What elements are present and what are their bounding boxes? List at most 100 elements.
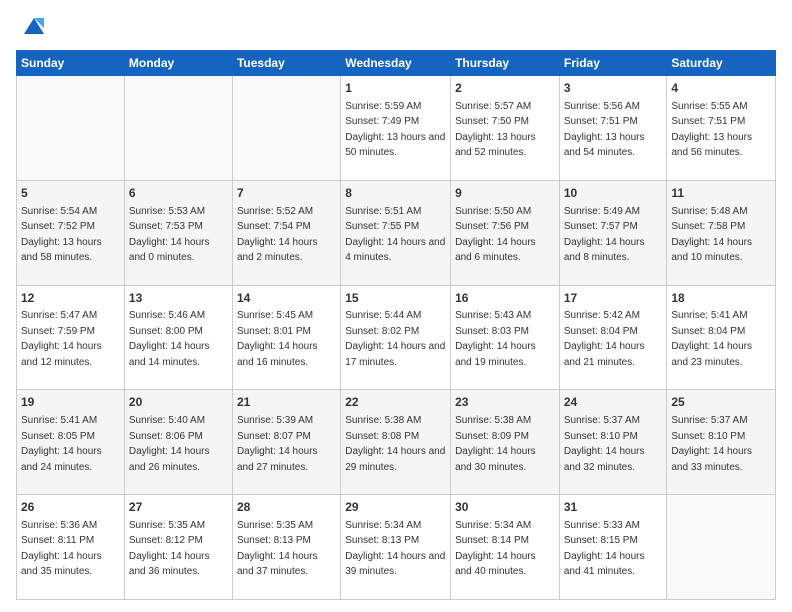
cell-info: Sunrise: 5:51 AM Sunset: 7:55 PM Dayligh… [345, 206, 445, 264]
weekday-header-friday: Friday [559, 51, 667, 76]
calendar-cell: 2 Sunrise: 5:57 AM Sunset: 7:50 PM Daylig… [451, 76, 560, 181]
calendar-cell: 9 Sunrise: 5:50 AM Sunset: 7:56 PM Daylig… [451, 180, 560, 285]
calendar-week-row: 12 Sunrise: 5:47 AM Sunset: 7:59 PM Dayli… [17, 285, 776, 390]
calendar-cell: 12 Sunrise: 5:47 AM Sunset: 7:59 PM Dayli… [17, 285, 125, 390]
calendar-cell: 4 Sunrise: 5:55 AM Sunset: 7:51 PM Daylig… [667, 76, 776, 181]
day-number: 29 [345, 499, 446, 516]
day-number: 6 [129, 185, 228, 202]
day-number: 8 [345, 185, 446, 202]
cell-info: Sunrise: 5:53 AM Sunset: 7:53 PM Dayligh… [129, 206, 210, 264]
day-number: 12 [21, 290, 120, 307]
header [16, 12, 776, 40]
day-number: 31 [564, 499, 663, 516]
calendar-cell: 30 Sunrise: 5:34 AM Sunset: 8:14 PM Dayli… [451, 495, 560, 600]
weekday-header-saturday: Saturday [667, 51, 776, 76]
calendar-cell [124, 76, 232, 181]
calendar-cell: 17 Sunrise: 5:42 AM Sunset: 8:04 PM Dayli… [559, 285, 667, 390]
cell-info: Sunrise: 5:37 AM Sunset: 8:10 PM Dayligh… [564, 415, 645, 473]
calendar-cell: 11Sunrise: 5:48 AM Sunset: 7:58 PM Dayli… [667, 180, 776, 285]
cell-info: Sunrise: 5:54 AM Sunset: 7:52 PM Dayligh… [21, 206, 102, 264]
cell-info: Sunrise: 5:52 AM Sunset: 7:54 PM Dayligh… [237, 206, 318, 264]
calendar-cell: 22Sunrise: 5:38 AM Sunset: 8:08 PM Dayli… [341, 390, 451, 495]
cell-info: Sunrise: 5:41 AM Sunset: 8:04 PM Dayligh… [671, 310, 752, 368]
calendar-cell: 25 Sunrise: 5:37 AM Sunset: 8:10 PM Dayli… [667, 390, 776, 495]
day-number: 23 [455, 394, 555, 411]
calendar-cell: 21 Sunrise: 5:39 AM Sunset: 8:07 PM Dayli… [232, 390, 340, 495]
calendar-cell [667, 495, 776, 600]
day-number: 9 [455, 185, 555, 202]
cell-info: Sunrise: 5:36 AM Sunset: 8:11 PM Dayligh… [21, 520, 102, 578]
logo-icon [20, 12, 48, 40]
cell-info: Sunrise: 5:47 AM Sunset: 7:59 PM Dayligh… [21, 310, 102, 368]
calendar-week-row: 26Sunrise: 5:36 AM Sunset: 8:11 PM Dayli… [17, 495, 776, 600]
weekday-header-sunday: Sunday [17, 51, 125, 76]
calendar-cell: 10 Sunrise: 5:49 AM Sunset: 7:57 PM Dayli… [559, 180, 667, 285]
calendar-cell: 5 Sunrise: 5:54 AM Sunset: 7:52 PM Daylig… [17, 180, 125, 285]
day-number: 1 [345, 80, 446, 97]
calendar-cell [232, 76, 340, 181]
calendar-week-row: 19 Sunrise: 5:41 AM Sunset: 8:05 PM Dayli… [17, 390, 776, 495]
day-number: 15 [345, 290, 446, 307]
cell-info: Sunrise: 5:38 AM Sunset: 8:08 PM Dayligh… [345, 415, 445, 473]
day-number: 16 [455, 290, 555, 307]
cell-info: Sunrise: 5:40 AM Sunset: 8:06 PM Dayligh… [129, 415, 210, 473]
calendar-week-row: 1Sunrise: 5:59 AM Sunset: 7:49 PM Daylig… [17, 76, 776, 181]
cell-info: Sunrise: 5:42 AM Sunset: 8:04 PM Dayligh… [564, 310, 645, 368]
calendar-table: SundayMondayTuesdayWednesdayThursdayFrid… [16, 50, 776, 600]
calendar-cell: 31 Sunrise: 5:33 AM Sunset: 8:15 PM Dayli… [559, 495, 667, 600]
weekday-header-row: SundayMondayTuesdayWednesdayThursdayFrid… [17, 51, 776, 76]
cell-info: Sunrise: 5:56 AM Sunset: 7:51 PM Dayligh… [564, 101, 645, 159]
calendar-cell: 23Sunrise: 5:38 AM Sunset: 8:09 PM Dayli… [451, 390, 560, 495]
calendar-cell: 27Sunrise: 5:35 AM Sunset: 8:12 PM Dayli… [124, 495, 232, 600]
calendar-cell: 26Sunrise: 5:36 AM Sunset: 8:11 PM Dayli… [17, 495, 125, 600]
calendar-cell: 16Sunrise: 5:43 AM Sunset: 8:03 PM Dayli… [451, 285, 560, 390]
cell-info: Sunrise: 5:50 AM Sunset: 7:56 PM Dayligh… [455, 206, 536, 264]
calendar-cell: 19 Sunrise: 5:41 AM Sunset: 8:05 PM Dayli… [17, 390, 125, 495]
day-number: 13 [129, 290, 228, 307]
day-number: 4 [671, 80, 771, 97]
calendar-cell: 28 Sunrise: 5:35 AM Sunset: 8:13 PM Dayli… [232, 495, 340, 600]
cell-info: Sunrise: 5:41 AM Sunset: 8:05 PM Dayligh… [21, 415, 102, 473]
calendar-cell: 15Sunrise: 5:44 AM Sunset: 8:02 PM Dayli… [341, 285, 451, 390]
calendar-cell: 3Sunrise: 5:56 AM Sunset: 7:51 PM Daylig… [559, 76, 667, 181]
calendar-cell [17, 76, 125, 181]
cell-info: Sunrise: 5:57 AM Sunset: 7:50 PM Dayligh… [455, 101, 536, 159]
weekday-header-wednesday: Wednesday [341, 51, 451, 76]
calendar-cell: 14 Sunrise: 5:45 AM Sunset: 8:01 PM Dayli… [232, 285, 340, 390]
cell-info: Sunrise: 5:34 AM Sunset: 8:14 PM Dayligh… [455, 520, 536, 578]
calendar-cell: 20 Sunrise: 5:40 AM Sunset: 8:06 PM Dayli… [124, 390, 232, 495]
day-number: 20 [129, 394, 228, 411]
cell-info: Sunrise: 5:49 AM Sunset: 7:57 PM Dayligh… [564, 206, 645, 264]
day-number: 21 [237, 394, 336, 411]
day-number: 25 [671, 394, 771, 411]
cell-info: Sunrise: 5:55 AM Sunset: 7:51 PM Dayligh… [671, 101, 752, 159]
day-number: 27 [129, 499, 228, 516]
cell-info: Sunrise: 5:45 AM Sunset: 8:01 PM Dayligh… [237, 310, 318, 368]
calendar-cell: 18 Sunrise: 5:41 AM Sunset: 8:04 PM Dayli… [667, 285, 776, 390]
cell-info: Sunrise: 5:35 AM Sunset: 8:13 PM Dayligh… [237, 520, 318, 578]
day-number: 5 [21, 185, 120, 202]
calendar-cell: 7 Sunrise: 5:52 AM Sunset: 7:54 PM Daylig… [232, 180, 340, 285]
cell-info: Sunrise: 5:37 AM Sunset: 8:10 PM Dayligh… [671, 415, 752, 473]
calendar-cell: 6 Sunrise: 5:53 AM Sunset: 7:53 PM Daylig… [124, 180, 232, 285]
day-number: 11 [671, 185, 771, 202]
day-number: 14 [237, 290, 336, 307]
day-number: 18 [671, 290, 771, 307]
day-number: 30 [455, 499, 555, 516]
cell-info: Sunrise: 5:46 AM Sunset: 8:00 PM Dayligh… [129, 310, 210, 368]
calendar-cell: 29 Sunrise: 5:34 AM Sunset: 8:13 PM Dayli… [341, 495, 451, 600]
weekday-header-tuesday: Tuesday [232, 51, 340, 76]
day-number: 28 [237, 499, 336, 516]
day-number: 19 [21, 394, 120, 411]
day-number: 10 [564, 185, 663, 202]
page: SundayMondayTuesdayWednesdayThursdayFrid… [0, 0, 792, 612]
day-number: 17 [564, 290, 663, 307]
cell-info: Sunrise: 5:39 AM Sunset: 8:07 PM Dayligh… [237, 415, 318, 473]
day-number: 24 [564, 394, 663, 411]
cell-info: Sunrise: 5:34 AM Sunset: 8:13 PM Dayligh… [345, 520, 445, 578]
calendar-week-row: 5 Sunrise: 5:54 AM Sunset: 7:52 PM Daylig… [17, 180, 776, 285]
cell-info: Sunrise: 5:33 AM Sunset: 8:15 PM Dayligh… [564, 520, 645, 578]
day-number: 2 [455, 80, 555, 97]
calendar-cell: 13 Sunrise: 5:46 AM Sunset: 8:00 PM Dayli… [124, 285, 232, 390]
day-number: 7 [237, 185, 336, 202]
